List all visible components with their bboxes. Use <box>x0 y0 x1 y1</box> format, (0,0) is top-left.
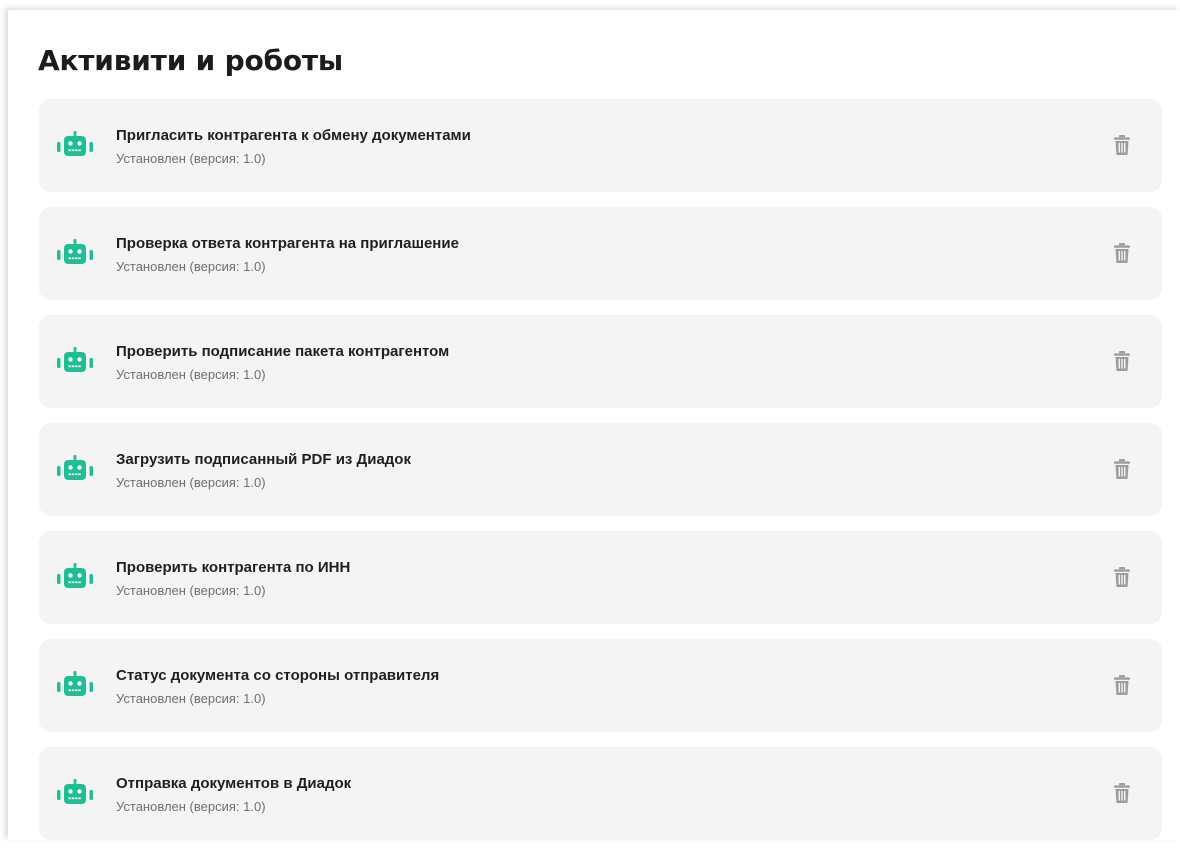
robot-icon <box>55 671 95 701</box>
item-status: Установлен (версия: 1.0) <box>116 151 266 166</box>
list-item[interactable]: Проверить подписание пакета контрагентом… <box>39 315 1162 408</box>
item-status: Установлен (версия: 1.0) <box>116 799 266 814</box>
item-title: Пригласить контрагента к обмену документ… <box>116 127 471 144</box>
trash-icon[interactable] <box>1112 134 1132 156</box>
page-title: Активити и роботы <box>38 44 344 77</box>
robot-icon <box>55 239 95 269</box>
activities-list: Пригласить контрагента к обмену документ… <box>39 99 1162 855</box>
robot-icon <box>55 779 95 809</box>
item-title: Проверка ответа контрагента на приглашен… <box>116 235 459 252</box>
trash-icon[interactable] <box>1112 458 1132 480</box>
list-item[interactable]: Проверка ответа контрагента на приглашен… <box>39 207 1162 300</box>
activities-panel: Активити и роботы Пригласить контрагента… <box>8 10 1180 840</box>
robot-icon <box>55 455 95 485</box>
item-status: Установлен (версия: 1.0) <box>116 367 266 382</box>
item-status: Установлен (версия: 1.0) <box>116 475 266 490</box>
robot-icon <box>55 347 95 377</box>
item-status: Установлен (версия: 1.0) <box>116 691 266 706</box>
list-item[interactable]: Проверить контрагента по ИНН Установлен … <box>39 531 1162 624</box>
list-item[interactable]: Отправка документов в Диадок Установлен … <box>39 747 1162 840</box>
trash-icon[interactable] <box>1112 350 1132 372</box>
trash-icon[interactable] <box>1112 674 1132 696</box>
list-item[interactable]: Пригласить контрагента к обмену документ… <box>39 99 1162 192</box>
robot-icon <box>55 131 95 161</box>
item-title: Проверить подписание пакета контрагентом <box>116 343 450 360</box>
item-title: Статус документа со стороны отправителя <box>116 667 440 684</box>
item-status: Установлен (версия: 1.0) <box>116 583 266 598</box>
trash-icon[interactable] <box>1112 782 1132 804</box>
trash-icon[interactable] <box>1112 566 1132 588</box>
list-item[interactable]: Статус документа со стороны отправителя … <box>39 639 1162 732</box>
item-status: Установлен (версия: 1.0) <box>116 259 266 274</box>
trash-icon[interactable] <box>1112 242 1132 264</box>
item-title: Проверить контрагента по ИНН <box>116 559 351 576</box>
item-title: Загрузить подписанный PDF из Диадок <box>116 451 411 468</box>
list-item[interactable]: Загрузить подписанный PDF из Диадок Уста… <box>39 423 1162 516</box>
robot-icon <box>55 563 95 593</box>
item-title: Отправка документов в Диадок <box>116 775 352 792</box>
